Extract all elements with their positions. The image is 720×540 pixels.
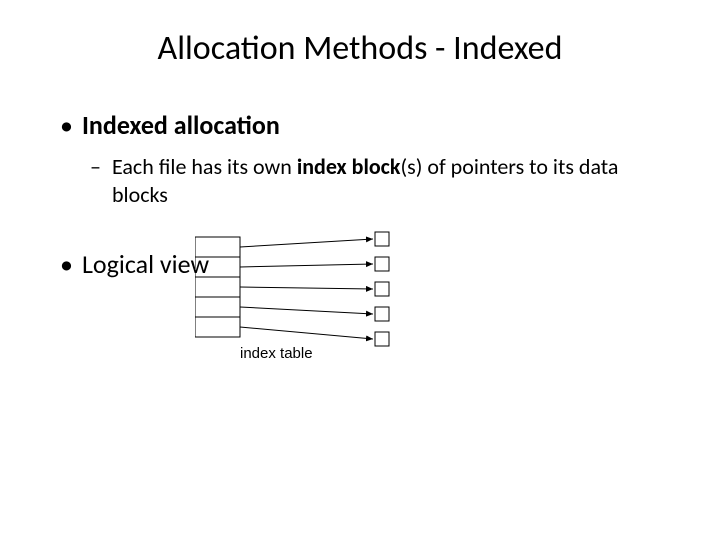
- slide: Allocation Methods - Indexed Indexed all…: [0, 0, 720, 540]
- sub-bullet-index-block: Each file has its own index block(s) of …: [60, 153, 650, 208]
- sub-bold: index block: [297, 153, 401, 180]
- slide-title: Allocation Methods - Indexed: [60, 28, 660, 69]
- bullet-indexed-allocation: Indexed allocation: [60, 109, 660, 141]
- sub-prefix: Each file has its own: [112, 153, 297, 180]
- diagram-caption: index table: [240, 345, 313, 362]
